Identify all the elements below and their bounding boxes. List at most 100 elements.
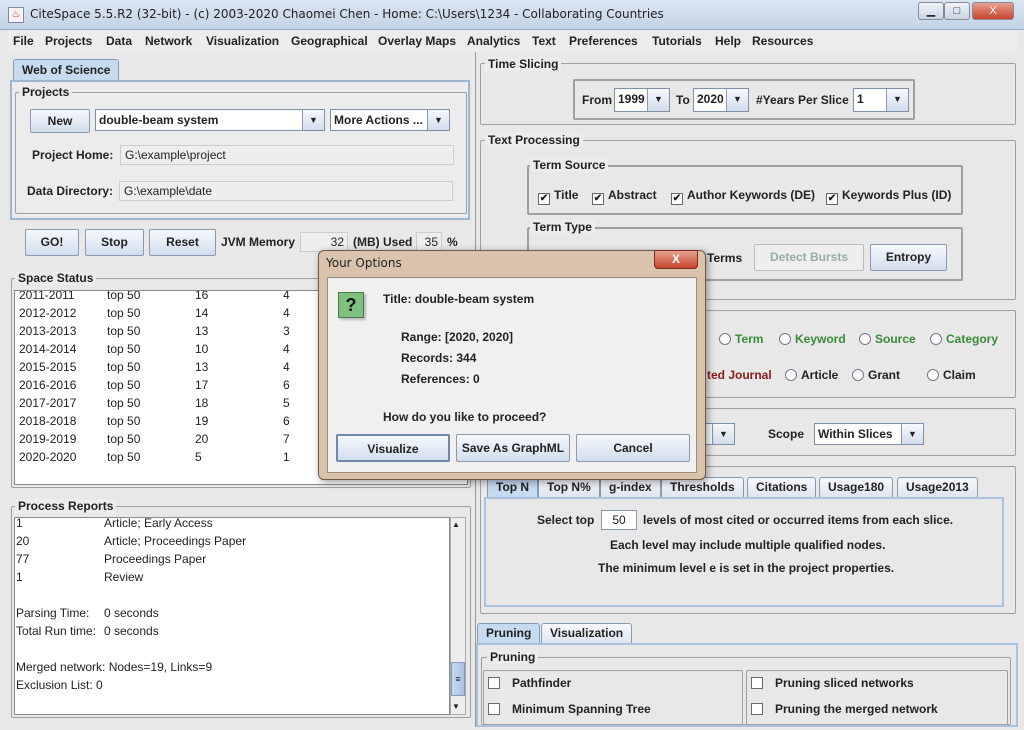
scroll-thumb[interactable]: ≡ xyxy=(451,662,465,696)
radio-icon xyxy=(779,333,791,345)
project-home-field[interactable]: G:\example\project xyxy=(120,145,454,165)
new-project-button[interactable]: New xyxy=(30,109,90,133)
menu-resources[interactable]: Resources xyxy=(752,34,813,48)
node-article-radio[interactable]: Article xyxy=(785,368,838,382)
space-status-cell: 3 xyxy=(283,324,290,338)
pruning-merged-checkbox[interactable]: Pruning the merged network xyxy=(751,702,938,716)
jvm-memory-value: 32 xyxy=(300,232,348,252)
scroll-up-icon[interactable]: ▲ xyxy=(452,520,460,529)
menu-visualization[interactable]: Visualization xyxy=(206,34,279,48)
process-report-cell: Exclusion List: 0 xyxy=(16,678,103,692)
checkbox-checked-icon: ✔ xyxy=(538,193,550,205)
process-reports-text[interactable]: 1 Article; Early Access 20 Article; Proceed… xyxy=(14,517,450,715)
menu-data[interactable]: Data xyxy=(106,34,132,48)
menu-geographical[interactable]: Geographical xyxy=(291,34,368,48)
space-status-cell: 7 xyxy=(283,432,290,446)
data-directory-field[interactable]: G:\example\date xyxy=(119,181,453,201)
node-term-radio[interactable]: Term xyxy=(719,332,763,346)
space-status-cell: 6 xyxy=(283,414,290,428)
menu-network[interactable]: Network xyxy=(145,34,192,48)
menu-projects[interactable]: Projects xyxy=(45,34,92,48)
stop-button[interactable]: Stop xyxy=(85,229,144,256)
node-source-radio[interactable]: Source xyxy=(859,332,916,346)
chevron-down-icon: ▼ xyxy=(886,89,908,111)
space-status-cell: top 50 xyxy=(107,306,141,320)
tab-top-n[interactable]: Top N xyxy=(487,477,539,497)
tab-web-of-science[interactable]: Web of Science xyxy=(13,59,120,81)
detect-bursts-button[interactable]: Detect Bursts xyxy=(754,244,864,271)
tab-usage2013[interactable]: Usage2013 xyxy=(897,477,978,497)
chevron-down-icon: ▼ xyxy=(302,110,324,130)
source-abstract-label: Abstract xyxy=(608,188,657,202)
data-directory-label: Data Directory: xyxy=(27,184,114,198)
tab-citations[interactable]: Citations xyxy=(747,477,817,497)
node-category-radio[interactable]: Category xyxy=(930,332,998,346)
tab-visualization[interactable]: Visualization xyxy=(541,623,633,643)
to-year-select[interactable]: 2020 ▼ xyxy=(693,88,749,112)
process-report-cell: Proceedings Paper xyxy=(104,552,207,566)
space-status-cell: 2014-2014 xyxy=(19,342,77,356)
tab-thresholds[interactable]: Thresholds xyxy=(661,477,744,497)
node-keyword-radio[interactable]: Keyword xyxy=(779,332,846,346)
go-button[interactable]: GO! xyxy=(25,229,79,256)
menu-analytics[interactable]: Analytics xyxy=(467,34,520,48)
entropy-button[interactable]: Entropy xyxy=(870,244,947,271)
process-report-cell: 20 xyxy=(16,534,30,548)
jvm-used-label: (MB) Used xyxy=(353,235,413,249)
space-status-cell: 4 xyxy=(283,290,290,302)
source-abstract-checkbox[interactable]: ✔ Abstract xyxy=(592,188,657,205)
tab-usage180[interactable]: Usage180 xyxy=(819,477,894,497)
dialog-project-title: Title: double-beam system xyxy=(383,292,535,306)
node-claim-radio[interactable]: Claim xyxy=(927,368,976,382)
terms-label: Terms xyxy=(707,251,743,265)
scope-select[interactable]: Within Slices ▼ xyxy=(814,423,924,445)
to-label: To xyxy=(676,93,690,107)
cancel-button[interactable]: Cancel xyxy=(576,434,690,462)
select-top-input[interactable]: 50 xyxy=(601,510,637,530)
space-status-cell: 2012-2012 xyxy=(19,306,77,320)
reset-button[interactable]: Reset xyxy=(149,229,216,256)
info-line-2: The minimum level e is set in the projec… xyxy=(598,561,895,575)
node-grant-radio[interactable]: Grant xyxy=(852,368,900,382)
space-status-cell: 20 xyxy=(195,432,209,446)
tab-pruning[interactable]: Pruning xyxy=(477,623,541,643)
space-status-cell: 2018-2018 xyxy=(19,414,77,428)
maximize-button[interactable]: □ xyxy=(944,2,970,20)
visualize-button[interactable]: Visualize xyxy=(336,434,450,462)
menu-file[interactable]: File xyxy=(13,34,34,48)
tab-g-index[interactable]: g-index xyxy=(600,477,661,497)
scroll-down-icon[interactable]: ▼ xyxy=(452,702,460,711)
menu-overlay-maps[interactable]: Overlay Maps xyxy=(378,34,456,48)
source-author-keywords-checkbox[interactable]: ✔ Author Keywords (DE) xyxy=(671,188,815,205)
select-top-label: Select top xyxy=(537,513,595,527)
radio-icon xyxy=(859,333,871,345)
mst-checkbox[interactable]: Minimum Spanning Tree xyxy=(488,702,651,716)
dialog-title: Your Options xyxy=(326,256,402,270)
tab-top-n-percent[interactable]: Top N% xyxy=(538,477,600,497)
source-title-checkbox[interactable]: ✔ Title xyxy=(538,188,578,205)
process-reports-scrollbar[interactable]: ▲ ≡ ▼ xyxy=(450,517,466,715)
more-actions-select[interactable]: More Actions ... ▼ xyxy=(330,109,450,131)
minimize-button[interactable]: ▁ xyxy=(918,2,944,20)
from-year-select[interactable]: 1999 ▼ xyxy=(614,88,670,112)
dialog-close-button[interactable]: X xyxy=(654,250,698,269)
project-select[interactable]: double-beam system ▼ xyxy=(95,109,325,131)
dialog-references: References: 0 xyxy=(401,372,480,386)
menu-help[interactable]: Help xyxy=(715,34,741,48)
node-cited-journal-label[interactable]: ted Journal xyxy=(707,368,772,382)
pathfinder-checkbox[interactable]: Pathfinder xyxy=(488,676,571,690)
menu-tutorials[interactable]: Tutorials xyxy=(652,34,702,48)
menu-text[interactable]: Text xyxy=(532,34,556,48)
save-as-graphml-button[interactable]: Save As GraphML xyxy=(456,434,570,462)
space-status-cell: 2015-2015 xyxy=(19,360,77,374)
close-button[interactable]: X xyxy=(972,2,1014,20)
pathfinder-label: Pathfinder xyxy=(512,676,572,690)
menu-preferences[interactable]: Preferences xyxy=(569,34,638,48)
dialog-body: ? Title: double-beam system Range: [2020… xyxy=(327,277,697,473)
term-source-label: Term Source xyxy=(530,158,609,172)
years-per-slice-select[interactable]: 1 ▼ xyxy=(853,88,909,112)
from-year-value: 1999 xyxy=(618,92,645,106)
pruning-sliced-checkbox[interactable]: Pruning sliced networks xyxy=(751,676,914,690)
source-keywords-plus-checkbox[interactable]: ✔ Keywords Plus (ID) xyxy=(826,188,951,205)
process-reports-label: Process Reports xyxy=(15,499,117,513)
